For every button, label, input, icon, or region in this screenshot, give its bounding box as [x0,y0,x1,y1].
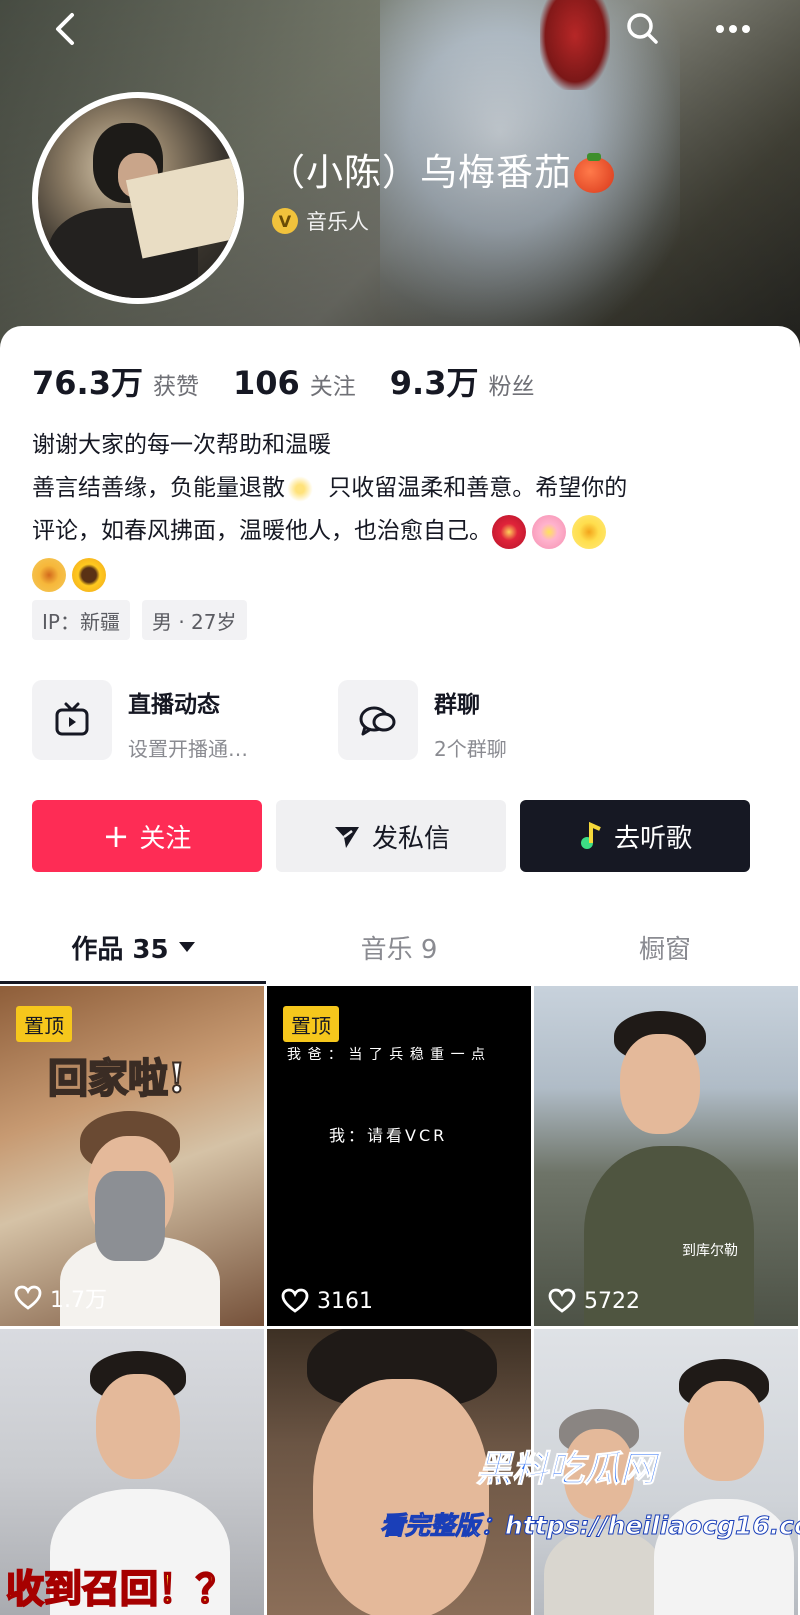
video-tile[interactable]: 到库尔勒 5722 [534,986,798,1326]
verification-badge[interactable]: V 音乐人 [272,206,369,236]
watermark-title: 黑料吃瓜网 [475,1449,657,1491]
live-tv-icon [55,702,89,736]
caret-down-icon[interactable] [178,942,195,952]
entry-title: 群聊 [434,692,480,718]
stats-row: 76.3万 获赞 106 关注 9.3万 粉丝 [32,358,568,404]
back-button[interactable] [40,4,90,54]
feature-entries: 直播动态 设置开播通… 群聊 2个群聊 [32,680,644,762]
stat-likes[interactable]: 76.3万 获赞 [32,358,199,404]
video-overlay-text: 到库尔勒 [682,1243,738,1259]
stat-label: 关注 [309,374,356,400]
listen-music-button[interactable]: 去听歌 [520,800,750,872]
stat-followers[interactable]: 9.3万 粉丝 [390,358,535,404]
avatar[interactable] [32,92,244,304]
action-buttons: + 关注 发私信 去听歌 [32,800,750,872]
video-tile[interactable]: 收到召回！？ [0,1329,264,1615]
live-entry[interactable]: 直播动态 设置开播通… [32,680,338,762]
entry-subtitle: 2个群聊 [434,737,507,761]
sunflower-icon [72,557,106,592]
verified-icon: V [272,208,298,234]
message-button[interactable]: 发私信 [276,800,506,872]
stat-value: 76.3万 [32,364,143,402]
music-note-icon [580,821,601,849]
entry-title: 直播动态 [128,692,220,718]
video-overlay-text: 我 爸 ： 当 了 兵 稳 重 一 点 [287,1047,487,1063]
stat-label: 获赞 [152,374,199,400]
tab-music[interactable]: 音乐 9 [266,910,532,984]
video-overlay-text: 我：请看VCR [329,1126,448,1145]
heart-icon [281,1288,309,1313]
gender-age-tag: 男 · 27岁 [141,600,247,640]
bio-line: 善言结善缘，负能量退散 只收留温柔和善意。希望你的 [32,467,772,510]
more-icon [716,25,750,33]
video-overlay-text: 收到召回！？ [5,1566,235,1612]
like-count: 1.7万 [14,1282,107,1314]
sparkles-icon [285,473,315,504]
verify-label: 音乐人 [306,210,369,234]
stat-value: 9.3万 [389,364,479,402]
video-tile[interactable]: 置顶 回家啦! 1.7万 [0,986,264,1326]
hibiscus-icon [492,514,526,549]
more-options-button[interactable] [708,4,758,54]
stat-value: 106 [232,364,300,402]
tab-works[interactable]: 作品 35 [0,910,266,984]
entry-subtitle: 设置开播通… [128,737,248,761]
profile-name: （小陈）乌梅番茄 [268,142,614,196]
mask [95,1171,165,1261]
group-chat-icon [359,706,396,736]
profile-name-text: （小陈）乌梅番茄 [268,151,572,194]
watermark-url: 看完整版：https://heiliaocg16.com [379,1511,800,1541]
pinned-badge: 置顶 [283,1006,339,1042]
tab-showcase[interactable]: 橱窗 [532,910,798,984]
follow-button[interactable]: + 关注 [32,800,262,872]
blossom-icon [572,514,606,549]
heart-icon [548,1288,576,1313]
video-tile[interactable]: 置顶 我 爸 ： 当 了 兵 稳 重 一 点 我：请看VCR 3161 [267,986,531,1326]
profile-tags: IP：新疆 男 · 27岁 [32,600,247,640]
plus-icon: + [102,817,130,855]
search-button[interactable] [618,4,668,54]
cherry-blossom-icon [532,514,566,549]
rosette-icon [32,557,66,592]
back-icon [56,13,74,45]
group-chat-entry[interactable]: 群聊 2个群聊 [338,680,644,762]
pinned-badge: 置顶 [16,1006,72,1042]
bio-line: 谢谢大家的每一次帮助和温暖 [32,432,331,458]
ip-tag: IP：新疆 [32,600,130,640]
tomato-icon [574,152,614,193]
bio-line: 评论，如春风拂面，温暖他人，也治愈自己。 [32,510,772,553]
heart-icon [14,1285,42,1310]
stat-label: 粉丝 [488,374,535,400]
content-tabs: 作品 35 音乐 9 橱窗 [0,910,800,984]
search-icon [627,13,658,44]
video-overlay-text: 回家啦! [47,1054,187,1103]
bio-line [32,553,772,596]
stat-following[interactable]: 106 关注 [233,364,356,402]
watermark: 黑料吃瓜网 看完整版：https://heiliaocg16.com [379,1440,800,1600]
bio: 谢谢大家的每一次帮助和温暖 善言结善缘，负能量退散 只收留温柔和善意。希望你的 … [32,424,772,596]
like-count: 5722 [548,1288,640,1314]
send-icon [334,827,359,848]
like-count: 3161 [281,1288,373,1314]
